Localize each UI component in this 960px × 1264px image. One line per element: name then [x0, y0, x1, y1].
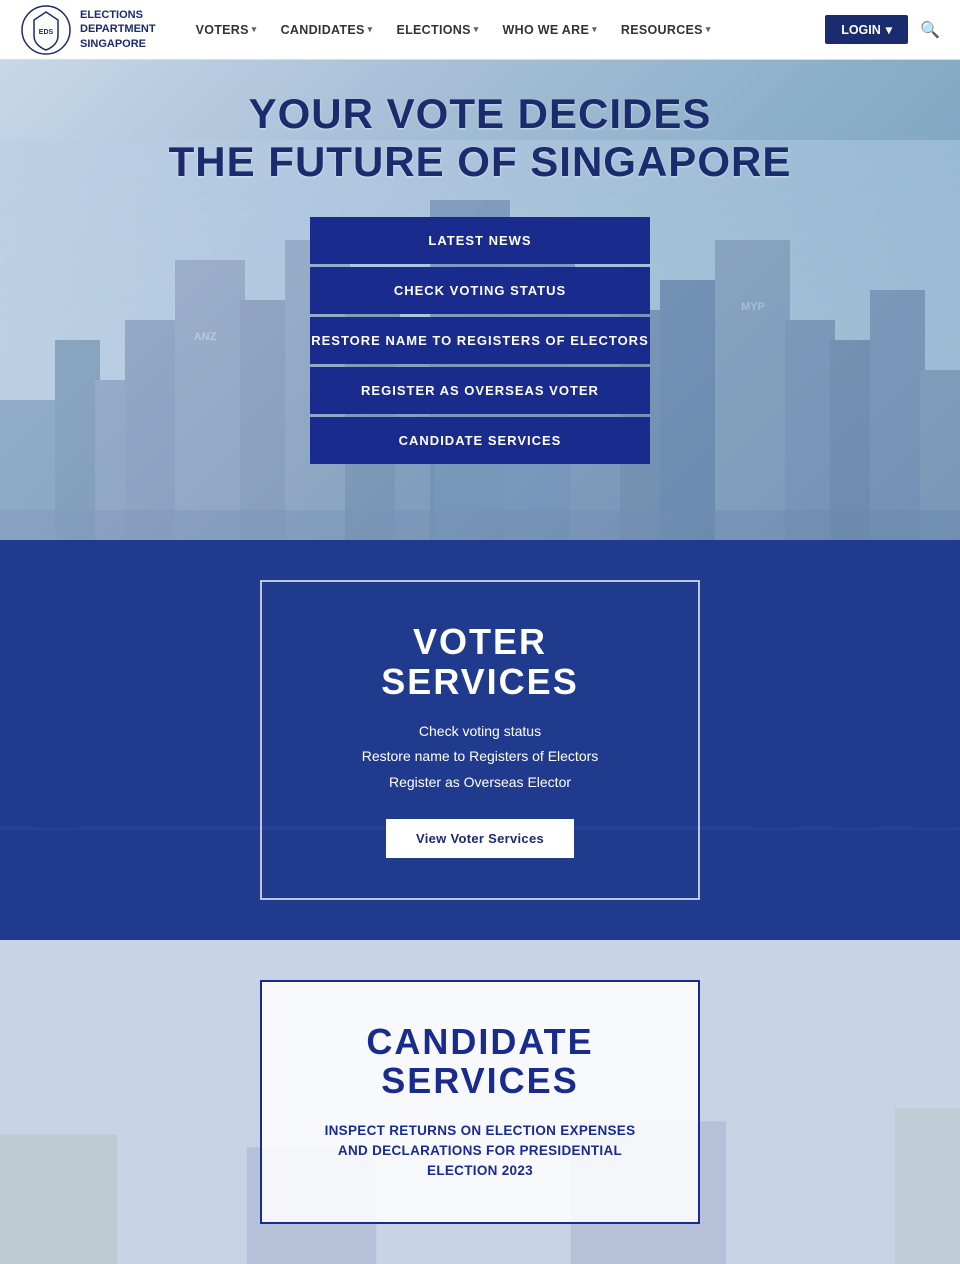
nav-item-elections[interactable]: ELECTIONS ▾ [386, 17, 488, 43]
hero-content: YOUR VOTE DECIDES THE FUTURE OF SINGAPOR… [0, 60, 960, 464]
hero-title: YOUR VOTE DECIDES THE FUTURE OF SINGAPOR… [0, 90, 960, 187]
voter-service-item: Restore name to Registers of Electors [312, 744, 648, 769]
svg-text:EDS: EDS [39, 29, 54, 36]
chevron-down-icon: ▾ [706, 24, 711, 35]
nav-item-voters[interactable]: VOTERS ▾ [186, 17, 267, 43]
restore-name-button[interactable]: RESTORE NAME TO REGISTERS OF ELECTORS [310, 317, 650, 364]
logo-text: ELECTIONS DEPARTMENT SINGAPORE [80, 8, 156, 51]
check-voting-status-button[interactable]: CHECK VOTING STATUS [310, 267, 650, 314]
chevron-down-icon: ▾ [474, 24, 479, 35]
view-voter-services-button[interactable]: View Voter Services [386, 819, 574, 858]
voter-service-item: Check voting status [312, 719, 648, 744]
candidate-services-card: CANDIDATESERVICES INSPECT RETURNS ON ELE… [260, 980, 700, 1224]
register-overseas-button[interactable]: REGISTER AS OVERSEAS VOTER [310, 367, 650, 414]
nav-item-resources[interactable]: RESOURCES ▾ [611, 17, 721, 43]
login-button[interactable]: LOGIN ▾ [825, 15, 908, 44]
lower-section: VOTERSERVICES Check voting status Restor… [0, 540, 960, 940]
inspect-returns-link[interactable]: INSPECT RETURNS ON ELECTION EXPENSES AND… [312, 1121, 648, 1182]
nav-links: VOTERS ▾ CANDIDATES ▾ ELECTIONS ▾ WHO WE… [186, 17, 826, 43]
hero-buttons: LATEST NEWS CHECK VOTING STATUS RESTORE … [0, 217, 960, 464]
voter-services-list: Check voting status Restore name to Regi… [312, 719, 648, 795]
candidate-services-hero-button[interactable]: CANDIDATE SERVICES [310, 417, 650, 464]
logo-image: EDS [20, 4, 72, 56]
voter-services-card: VOTERSERVICES Check voting status Restor… [260, 580, 700, 900]
hero-section: ANZ MYP YOUR VOTE DECIDES THE FUTURE OF … [0, 60, 960, 540]
navigation: EDS ELECTIONS DEPARTMENT SINGAPORE VOTER… [0, 0, 960, 60]
chevron-down-icon: ▾ [368, 24, 373, 35]
voter-service-item: Register as Overseas Elector [312, 770, 648, 795]
candidate-services-title: CANDIDATESERVICES [312, 1022, 648, 1101]
voter-services-title: VOTERSERVICES [312, 622, 648, 701]
nav-item-candidates[interactable]: CANDIDATES ▾ [271, 17, 383, 43]
candidate-services-section: CANDIDATESERVICES INSPECT RETURNS ON ELE… [0, 940, 960, 1264]
chevron-down-icon: ▾ [886, 22, 892, 37]
voter-services-section: VOTERSERVICES Check voting status Restor… [0, 540, 960, 940]
chevron-down-icon: ▾ [592, 24, 597, 35]
latest-news-button[interactable]: LATEST NEWS [310, 217, 650, 264]
search-icon[interactable]: 🔍 [920, 20, 940, 40]
chevron-down-icon: ▾ [252, 24, 257, 35]
candidate-services-wrapper: CANDIDATESERVICES INSPECT RETURNS ON ELE… [0, 940, 960, 1264]
nav-item-who-we-are[interactable]: WHO WE ARE ▾ [493, 17, 607, 43]
logo-link[interactable]: EDS ELECTIONS DEPARTMENT SINGAPORE [20, 4, 156, 56]
